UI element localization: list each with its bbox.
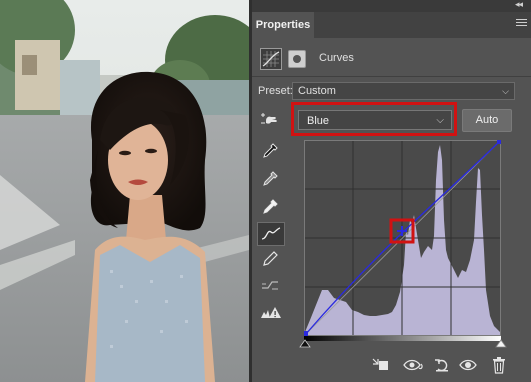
- eye-icon: [459, 359, 477, 371]
- white-input-slider: [495, 339, 507, 348]
- panel-bottom-bar: [252, 350, 531, 382]
- hand-arrows-icon: [261, 113, 277, 124]
- divider: [252, 76, 531, 77]
- clipping-warning-icon: [261, 307, 281, 318]
- trash-icon: [493, 357, 505, 374]
- curves-graph[interactable]: [304, 140, 501, 336]
- preset-value: Custom: [298, 85, 336, 97]
- gray-point-eyedropper[interactable]: [257, 168, 283, 190]
- canvas-photo: [0, 0, 249, 382]
- reset-icon: [435, 359, 448, 372]
- eyedropper-white-icon: [263, 199, 278, 214]
- clip-icon: [372, 358, 388, 370]
- black-point-eyedropper[interactable]: [257, 140, 283, 162]
- black-input-slider: [299, 339, 311, 348]
- properties-panel: ◂◂ Properties Curves Preset: Custom ⌵ Bl…: [252, 0, 531, 382]
- chevron-down-icon: ⌵: [436, 115, 444, 126]
- clipping-warning-tool[interactable]: [257, 302, 283, 324]
- on-image-adjust-tool[interactable]: [257, 108, 283, 130]
- delete-button[interactable]: [490, 356, 508, 374]
- input-sliders[interactable]: [299, 339, 509, 349]
- pencil-icon: [263, 251, 278, 266]
- auto-button[interactable]: Auto: [462, 109, 512, 132]
- channel-dropdown[interactable]: Blue ⌵: [298, 110, 452, 130]
- eyedropper-gray-icon: [263, 171, 278, 186]
- clip-to-layer-button[interactable]: [372, 356, 390, 374]
- white-point-handle: [497, 140, 501, 144]
- collapse-icon[interactable]: ◂◂: [515, 0, 523, 10]
- reset-button[interactable]: [433, 356, 451, 374]
- curve-points-icon: [261, 227, 281, 240]
- edit-points-tool[interactable]: [257, 222, 285, 246]
- draw-curve-tool[interactable]: [257, 248, 283, 270]
- channel-value: Blue: [307, 115, 330, 127]
- curves-adjustment-icon[interactable]: [260, 48, 282, 70]
- preset-dropdown[interactable]: Custom ⌵: [292, 82, 515, 100]
- hamburger-icon[interactable]: [516, 19, 527, 29]
- tab-properties[interactable]: Properties: [252, 12, 314, 38]
- chevron-down-icon: ⌵: [502, 86, 509, 96]
- portrait-photo: [0, 0, 249, 382]
- adjustment-title: Curves: [319, 52, 354, 64]
- panel-titlebar[interactable]: ◂◂: [252, 0, 531, 12]
- panel-tabbar: Properties: [252, 12, 531, 38]
- preset-label: Preset:: [258, 85, 293, 97]
- smooth-icon: [262, 281, 278, 290]
- smooth-curve-tool[interactable]: [257, 274, 283, 296]
- eyedropper-black-icon: [263, 143, 278, 158]
- toggle-visibility-button[interactable]: [459, 356, 477, 374]
- view-previous-button[interactable]: [402, 356, 424, 374]
- layer-mask-icon[interactable]: [288, 50, 306, 68]
- eye-previous-icon: [403, 359, 423, 371]
- white-point-eyedropper[interactable]: [257, 196, 283, 218]
